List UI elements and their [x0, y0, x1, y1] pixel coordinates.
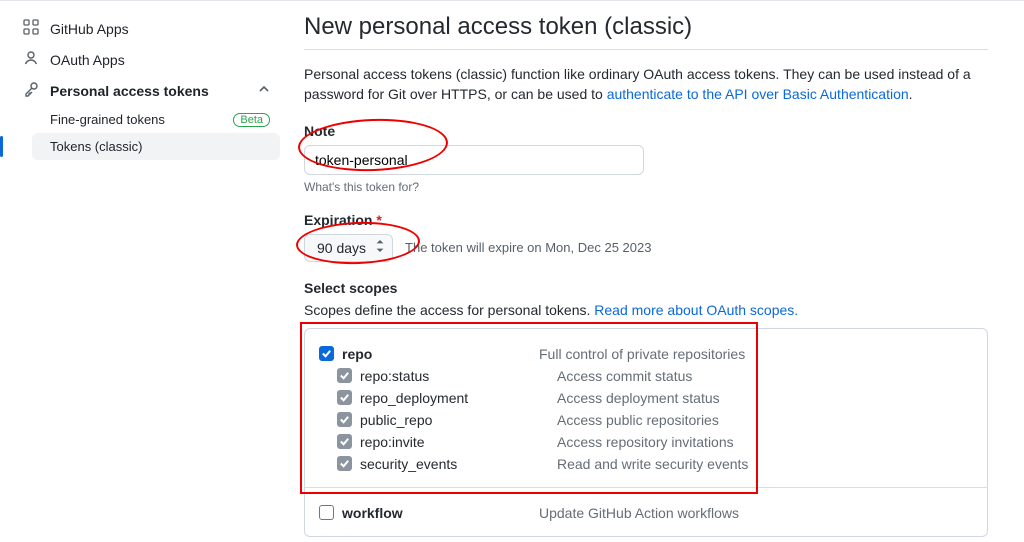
- checkbox-checked-icon[interactable]: [337, 368, 352, 383]
- checkbox-checked-icon[interactable]: [337, 412, 352, 427]
- checkbox-checked-icon[interactable]: [337, 456, 352, 471]
- intro-text: Personal access tokens (classic) functio…: [304, 64, 988, 105]
- sidebar-item-label: Fine-grained tokens: [50, 112, 165, 127]
- scope-row[interactable]: repo_deployment Access deployment status: [319, 387, 971, 409]
- checkbox-checked-icon[interactable]: [337, 390, 352, 405]
- main-content: New personal access token (classic) Pers…: [280, 1, 1024, 542]
- scopes-list: repo Full control of private repositorie…: [304, 328, 988, 537]
- scopes-docs-link[interactable]: Read more about OAuth scopes.: [594, 302, 798, 318]
- page-title: New personal access token (classic): [304, 13, 988, 50]
- select-caret-icon: [376, 240, 384, 255]
- note-input[interactable]: [304, 145, 644, 175]
- settings-sidebar: GitHub Apps OAuth Apps Personal access t…: [0, 1, 280, 542]
- scope-group-repo: repo Full control of private repositorie…: [305, 329, 987, 488]
- scopes-label: Select scopes: [304, 280, 988, 296]
- sidebar-item-oauth-apps[interactable]: OAuth Apps: [12, 44, 280, 75]
- scope-row[interactable]: workflow Update GitHub Action workflows: [319, 502, 971, 524]
- sidebar-subitem-fine-grained[interactable]: Fine-grained tokens Beta: [32, 106, 280, 133]
- note-label: Note: [304, 123, 988, 139]
- expiration-select[interactable]: 90 days: [304, 234, 393, 262]
- expiration-hint: The token will expire on Mon, Dec 25 202…: [405, 240, 651, 255]
- scope-row[interactable]: repo Full control of private repositorie…: [319, 343, 971, 365]
- sidebar-item-github-apps[interactable]: GitHub Apps: [12, 13, 280, 44]
- sidebar-item-label: GitHub Apps: [50, 21, 129, 37]
- scope-row[interactable]: public_repo Access public repositories: [319, 409, 971, 431]
- sidebar-item-label: OAuth Apps: [50, 52, 125, 68]
- scope-row[interactable]: security_events Read and write security …: [319, 453, 971, 475]
- sidebar-subitem-tokens-classic[interactable]: Tokens (classic): [32, 133, 280, 160]
- scopes-desc: Scopes define the access for personal to…: [304, 302, 988, 318]
- key-icon: [22, 81, 40, 100]
- beta-badge: Beta: [233, 113, 270, 127]
- checkbox-checked-icon[interactable]: [337, 434, 352, 449]
- scope-row[interactable]: repo:status Access commit status: [319, 365, 971, 387]
- auth-api-link[interactable]: authenticate to the API over Basic Authe…: [607, 86, 909, 102]
- checkbox-unchecked-icon[interactable]: [319, 505, 334, 520]
- sidebar-item-label: Tokens (classic): [50, 139, 142, 154]
- checkbox-checked-icon[interactable]: [319, 346, 334, 361]
- person-icon: [22, 50, 40, 69]
- sidebar-item-label: Personal access tokens: [50, 83, 209, 99]
- scope-group-workflow: workflow Update GitHub Action workflows: [305, 488, 987, 536]
- scope-row[interactable]: repo:invite Access repository invitation…: [319, 431, 971, 453]
- note-help: What's this token for?: [304, 180, 988, 194]
- chevron-up-icon: [258, 83, 270, 98]
- expiration-label: Expiration *: [304, 212, 988, 228]
- sidebar-item-pat[interactable]: Personal access tokens: [12, 75, 280, 106]
- apps-icon: [22, 19, 40, 38]
